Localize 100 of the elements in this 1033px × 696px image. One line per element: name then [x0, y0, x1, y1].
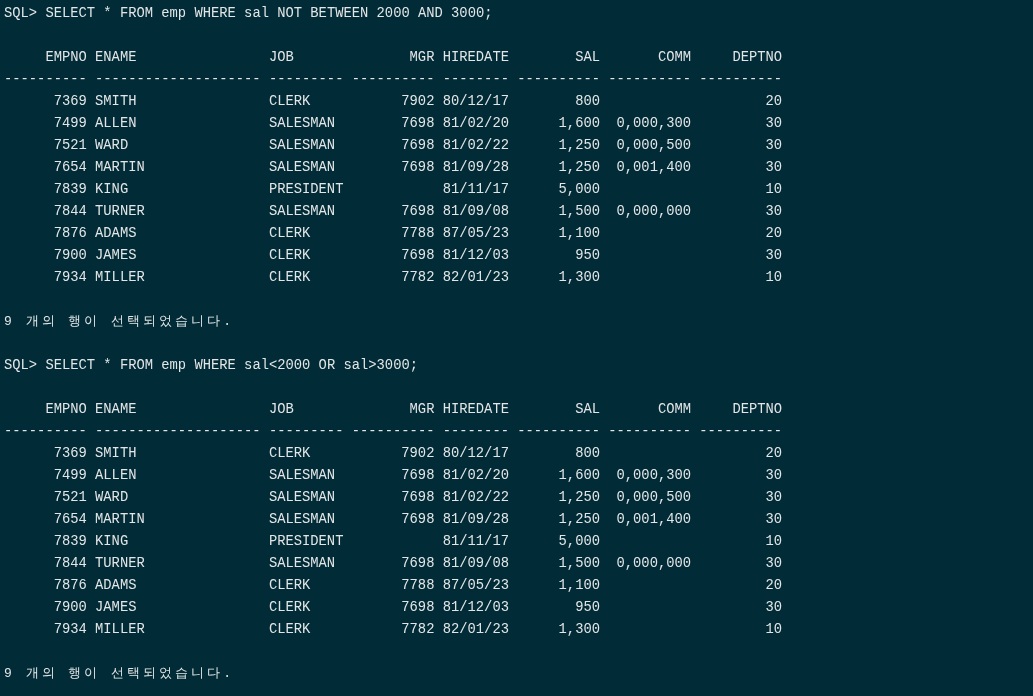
table-cell: 30	[765, 556, 783, 571]
table-cell: 0,000,000	[616, 204, 692, 219]
table-cell: SALESMAN	[268, 116, 336, 131]
table-cell: 81/02/22	[442, 490, 509, 505]
table-cell: 7839	[53, 182, 87, 197]
table-cell: CLERK	[268, 600, 311, 615]
table-cell: 800	[575, 446, 600, 461]
column-separator: --------	[442, 71, 509, 89]
result-message: 9 개의 행이 선택되었습니다.	[4, 666, 234, 681]
table-cell: 7654	[53, 160, 87, 175]
table-cell: CLERK	[268, 578, 311, 593]
table-cell: 81/12/03	[442, 248, 509, 263]
table-cell: CLERK	[268, 226, 311, 241]
column-separator: ----------	[699, 423, 783, 441]
table-cell: SALESMAN	[268, 512, 336, 527]
table-cell: 0,001,400	[616, 512, 692, 527]
column-header: EMPNO	[44, 49, 87, 67]
table-cell: 30	[765, 160, 783, 175]
table-cell: 7844	[53, 204, 87, 219]
table-cell: 10	[765, 270, 783, 285]
table-cell: 1,250	[558, 160, 600, 175]
table-cell: 81/02/20	[442, 468, 509, 483]
column-separator: ----------	[517, 423, 600, 441]
table-cell: 7876	[53, 226, 87, 241]
table-cell: WARD	[95, 138, 129, 153]
column-header: MGR	[408, 49, 435, 67]
table-cell: 7934	[53, 622, 87, 637]
table-cell: SALESMAN	[268, 204, 336, 219]
table-cell: 7521	[53, 138, 87, 153]
sql-command: SQL> SELECT * FROM emp WHERE sal<2000 OR sal>3000;	[4, 357, 419, 375]
table-cell: 7788	[401, 578, 435, 593]
column-separator: ----------	[699, 71, 783, 89]
table-cell: SALESMAN	[268, 556, 336, 571]
column-separator: --------------------	[95, 71, 261, 89]
table-cell: 0,000,300	[616, 116, 692, 131]
table-cell: 10	[765, 182, 783, 197]
column-separator: ---------	[268, 71, 344, 89]
column-header: ENAME	[95, 401, 138, 419]
table-cell: 7782	[401, 270, 435, 285]
column-header: SAL	[574, 49, 600, 67]
table-cell: 30	[765, 116, 783, 131]
table-cell: 7499	[53, 116, 87, 131]
table-cell: 81/09/28	[442, 512, 509, 527]
table-cell: JAMES	[95, 248, 137, 263]
table-cell: 0,000,000	[616, 556, 692, 571]
table-cell: 7698	[401, 556, 435, 571]
table-cell: 30	[765, 600, 783, 615]
column-header: COMM	[656, 49, 692, 67]
table-cell: SMITH	[95, 446, 137, 461]
table-cell: 0,001,400	[616, 160, 692, 175]
table-cell: 30	[765, 138, 783, 153]
table-cell: 7698	[401, 116, 435, 131]
column-separator: ---------	[268, 423, 344, 441]
column-header: HIREDATE	[442, 49, 509, 67]
column-header: EMPNO	[44, 401, 87, 419]
table-cell: 7698	[401, 160, 435, 175]
table-cell: 81/11/17	[442, 182, 509, 197]
table-cell: 20	[765, 226, 783, 241]
column-separator: ----------	[608, 423, 692, 441]
table-cell: SALESMAN	[268, 160, 336, 175]
column-separator: ----------	[4, 423, 87, 441]
table-cell: 82/01/23	[442, 622, 509, 637]
column-header: DEPTNO	[731, 49, 783, 67]
table-cell: 7698	[401, 512, 435, 527]
table-cell: 1,600	[558, 468, 600, 483]
table-cell: SALESMAN	[268, 468, 336, 483]
table-cell: SMITH	[95, 94, 137, 109]
table-cell: 87/05/23	[442, 578, 509, 593]
column-header: JOB	[268, 49, 295, 67]
table-cell: 10	[765, 622, 783, 637]
table-cell: 1,100	[558, 578, 600, 593]
table-cell: 0,000,300	[616, 468, 692, 483]
table-cell: SALESMAN	[268, 138, 336, 153]
table-cell: 7902	[401, 446, 435, 461]
table-cell: 87/05/23	[442, 226, 509, 241]
table-cell: 7369	[53, 94, 87, 109]
table-cell: 30	[765, 468, 783, 483]
table-cell: ALLEN	[95, 468, 137, 483]
table-cell: 7499	[53, 468, 87, 483]
table-cell: 81/02/22	[442, 138, 509, 153]
table-cell: 82/01/23	[442, 270, 509, 285]
table-cell: CLERK	[268, 94, 311, 109]
table-cell: 5,000	[558, 182, 600, 197]
table-cell: WARD	[95, 490, 129, 505]
column-header: ENAME	[95, 49, 138, 67]
table-cell: 7902	[401, 94, 435, 109]
table-cell: 1,250	[558, 512, 600, 527]
table-cell: 7934	[53, 270, 87, 285]
table-cell: 81/12/03	[442, 600, 509, 615]
table-cell: CLERK	[268, 622, 311, 637]
table-cell: 1,600	[558, 116, 600, 131]
table-cell: MARTIN	[95, 160, 145, 175]
table-cell: 30	[765, 490, 783, 505]
table-cell: 7844	[53, 556, 87, 571]
table-cell: 30	[765, 248, 783, 263]
table-cell: TURNER	[95, 204, 145, 219]
table-cell: 800	[575, 94, 600, 109]
table-cell: 80/12/17	[442, 446, 509, 461]
table-cell: 7698	[401, 248, 435, 263]
table-cell: MARTIN	[95, 512, 145, 527]
